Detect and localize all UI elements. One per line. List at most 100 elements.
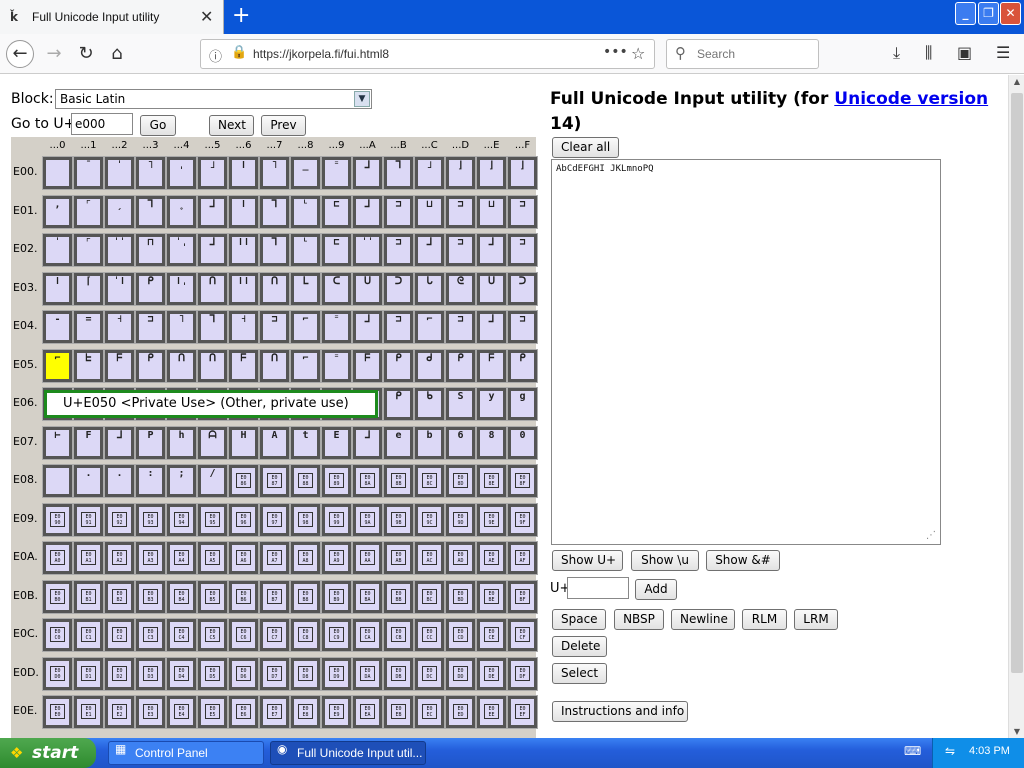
- character-cell[interactable]: E0 EC: [414, 695, 445, 729]
- character-cell[interactable]: g: [507, 387, 538, 421]
- character-cell[interactable]: E0 8B: [383, 464, 414, 498]
- character-cell[interactable]: E0 9A: [352, 502, 383, 537]
- character-cell[interactable]: E0 A9: [321, 541, 352, 575]
- character-cell[interactable]: E0 8A: [352, 464, 383, 498]
- select-button[interactable]: Select: [552, 663, 607, 684]
- character-cell[interactable]: ⅃: [476, 233, 507, 267]
- new-tab-icon[interactable]: +: [232, 3, 250, 28]
- character-cell[interactable]: E0 AA: [352, 541, 383, 575]
- character-cell[interactable]: E0 A3: [135, 541, 166, 575]
- character-cell[interactable]: F: [73, 425, 104, 460]
- character-cell[interactable]: ˈ: [104, 156, 135, 190]
- download-icon[interactable]: ⤓: [893, 43, 900, 63]
- character-cell[interactable]: ⅂: [259, 233, 290, 267]
- character-cell[interactable]: E0 88: [290, 464, 321, 498]
- character-cell[interactable]: ⁼: [321, 348, 352, 383]
- character-cell[interactable]: ᖴ: [228, 348, 259, 383]
- character-cell[interactable]: =: [73, 310, 104, 344]
- character-cell[interactable]: _: [290, 156, 321, 190]
- character-cell[interactable]: E0 DA: [352, 656, 383, 691]
- chevron-down-icon[interactable]: ▼: [354, 91, 370, 107]
- character-cell[interactable]: ᒧ: [104, 425, 135, 460]
- character-cell[interactable]: E0 B5: [197, 579, 228, 614]
- character-cell[interactable]: ⊐: [507, 310, 538, 344]
- start-button[interactable]: ❖ start: [0, 738, 96, 768]
- character-cell[interactable]: ⊐: [135, 310, 166, 344]
- character-cell[interactable]: E0 DD: [445, 656, 476, 691]
- character-cell[interactable]: E0 D0: [42, 656, 73, 691]
- character-cell[interactable]: E0 90: [42, 502, 73, 537]
- minimize-window-button[interactable]: _: [955, 2, 976, 25]
- character-cell[interactable]: E0 D2: [104, 656, 135, 691]
- character-cell[interactable]: ᖶ: [73, 348, 104, 383]
- clear-all-button[interactable]: Clear all: [552, 137, 619, 158]
- character-cell[interactable]: ᒐ: [414, 271, 445, 306]
- character-cell[interactable]: ⊓: [135, 233, 166, 267]
- character-cell[interactable]: E0 CF: [507, 618, 538, 652]
- page-actions-icon[interactable]: •••: [603, 44, 628, 60]
- character-cell[interactable]: ⊔: [476, 194, 507, 229]
- character-cell[interactable]: ǀǀ: [228, 271, 259, 306]
- character-cell[interactable]: ᑎ: [166, 348, 197, 383]
- character-cell[interactable]: E0 9C: [414, 502, 445, 537]
- close-window-button[interactable]: ✕: [1000, 2, 1021, 25]
- character-cell[interactable]: E0 BD: [445, 579, 476, 614]
- character-cell[interactable]: ˏ: [104, 194, 135, 229]
- character-cell[interactable]: E0 EF: [507, 695, 538, 729]
- character-cell[interactable]: A: [259, 425, 290, 460]
- character-cell[interactable]: E0 C9: [321, 618, 352, 652]
- add-button[interactable]: Add: [635, 579, 677, 600]
- character-cell[interactable]: ᴸ: [290, 194, 321, 229]
- instructions-button[interactable]: Instructions and info: [552, 701, 688, 722]
- character-cell[interactable]: ᑕ: [321, 271, 352, 306]
- character-cell[interactable]: ⊏: [321, 233, 352, 267]
- character-cell[interactable]: ᑭ: [383, 348, 414, 383]
- character-cell[interactable]: ǀ: [42, 271, 73, 306]
- forward-arrow-icon[interactable]: →: [40, 40, 68, 68]
- scrollbar-thumb[interactable]: [1011, 93, 1023, 673]
- character-cell[interactable]: [42, 464, 73, 498]
- character-cell[interactable]: ᑭ: [135, 271, 166, 306]
- character-cell[interactable]: ¯: [73, 156, 104, 190]
- character-cell[interactable]: E0 BB: [383, 579, 414, 614]
- character-cell[interactable]: E0 B6: [228, 579, 259, 614]
- character-cell[interactable]: ᘓ: [445, 271, 476, 306]
- character-cell[interactable]: E0 C1: [73, 618, 104, 652]
- character-cell[interactable]: E0 B3: [135, 579, 166, 614]
- character-cell[interactable]: ⊢: [42, 425, 73, 460]
- character-cell[interactable]: e: [383, 425, 414, 460]
- lock-icon[interactable]: 🔒: [231, 45, 247, 60]
- character-cell[interactable]: ⅂: [197, 310, 228, 344]
- character-cell[interactable]: E0 95: [197, 502, 228, 537]
- character-cell[interactable]: E0 D6: [228, 656, 259, 691]
- character-cell[interactable]: E0 BC: [414, 579, 445, 614]
- character-cell[interactable]: E0 8F: [507, 464, 538, 498]
- character-cell[interactable]: ᑐ: [507, 271, 538, 306]
- character-cell[interactable]: E0 BF: [507, 579, 538, 614]
- character-cell[interactable]: E0 C5: [197, 618, 228, 652]
- character-cell[interactable]: E0 CE: [476, 618, 507, 652]
- character-cell[interactable]: E0 A8: [290, 541, 321, 575]
- character-cell[interactable]: ᑎ: [259, 348, 290, 383]
- character-cell[interactable]: ǀ: [228, 194, 259, 229]
- reload-icon[interactable]: ↻: [72, 40, 100, 68]
- browser-tab[interactable]: ǩ Full Unicode Input utility ✕: [0, 0, 224, 34]
- character-cell[interactable]: E0 BE: [476, 579, 507, 614]
- info-icon[interactable]: ⓘ: [209, 46, 222, 65]
- character-cell[interactable]: ⅃: [197, 194, 228, 229]
- character-cell[interactable]: ˧: [104, 310, 135, 344]
- character-cell[interactable]: E0 CC: [414, 618, 445, 652]
- character-cell[interactable]: E0 98: [290, 502, 321, 537]
- character-cell[interactable]: E0 E2: [104, 695, 135, 729]
- character-cell[interactable]: E0 A5: [197, 541, 228, 575]
- character-cell[interactable]: .: [73, 464, 104, 498]
- resize-grip-icon[interactable]: ⋰: [926, 530, 936, 541]
- character-cell[interactable]: E0 EE: [476, 695, 507, 729]
- character-cell[interactable]: E0 D4: [166, 656, 197, 691]
- next-button[interactable]: Next: [209, 115, 254, 136]
- character-cell[interactable]: E0 E9: [321, 695, 352, 729]
- character-cell[interactable]: E0 92: [104, 502, 135, 537]
- character-cell[interactable]: E0 E1: [73, 695, 104, 729]
- character-cell[interactable]: E0 E5: [197, 695, 228, 729]
- character-cell[interactable]: ⌋: [476, 156, 507, 190]
